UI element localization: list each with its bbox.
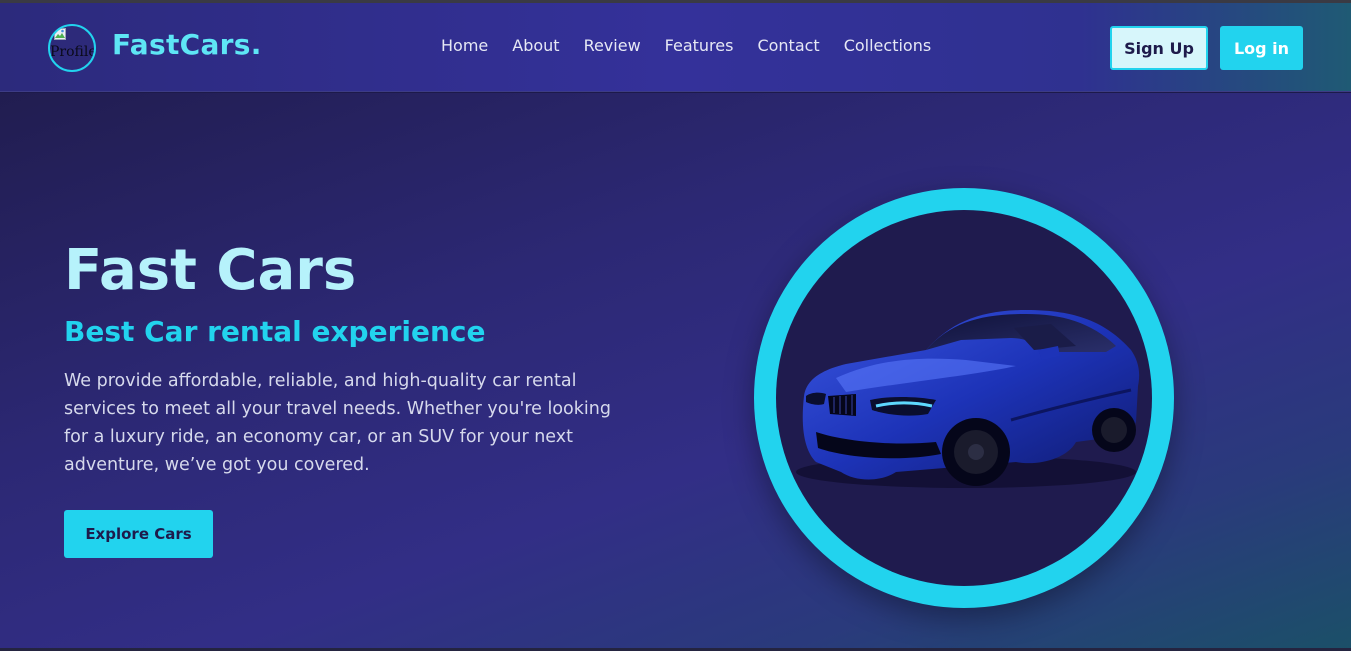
- nav-about[interactable]: About: [512, 36, 559, 55]
- car-image: [776, 210, 1152, 586]
- car-image-frame: [754, 188, 1174, 608]
- nav-review[interactable]: Review: [584, 36, 641, 55]
- signup-button[interactable]: Sign Up: [1110, 26, 1208, 70]
- hero-subtitle: Best Car rental experience: [64, 315, 486, 348]
- main-nav: Home About Review Features Contact Colle…: [441, 36, 955, 55]
- brand-name[interactable]: FastCars.: [112, 28, 262, 61]
- logo-alt-text: Profile: [50, 44, 96, 60]
- login-button[interactable]: Log in: [1220, 26, 1303, 70]
- nav-contact[interactable]: Contact: [757, 36, 819, 55]
- nav-features[interactable]: Features: [665, 36, 734, 55]
- sports-car-illustration: [796, 310, 1140, 488]
- broken-image-icon: [54, 28, 66, 40]
- navbar: Profile FastCars. Home About Review Feat…: [0, 3, 1351, 92]
- hero-title: Fast Cars: [64, 238, 357, 303]
- explore-cars-button[interactable]: Explore Cars: [64, 510, 213, 558]
- nav-home[interactable]: Home: [441, 36, 488, 55]
- nav-collections[interactable]: Collections: [844, 36, 931, 55]
- profile-logo[interactable]: Profile: [48, 24, 96, 72]
- hero-section: Fast Cars Best Car rental experience We …: [0, 93, 1351, 651]
- hero-description: We provide affordable, reliable, and hig…: [64, 371, 611, 475]
